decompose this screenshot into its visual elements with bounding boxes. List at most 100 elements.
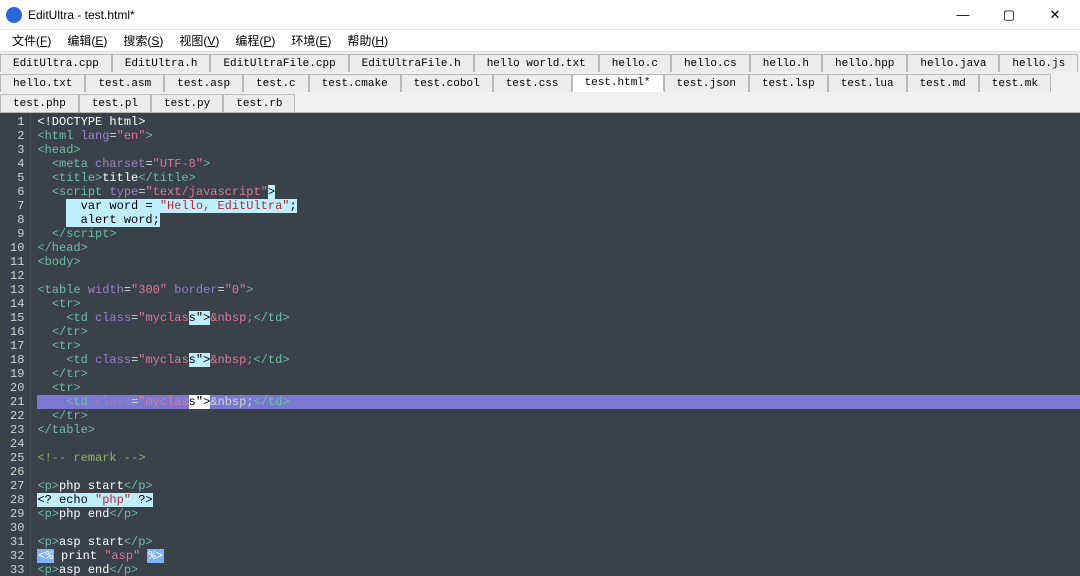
tab-test-cobol[interactable]: test.cobol <box>401 74 493 92</box>
code-line[interactable] <box>37 437 1080 451</box>
tab-hello-java[interactable]: hello.java <box>907 54 999 72</box>
code-line[interactable]: <head> <box>37 143 1080 157</box>
tab-test-html-[interactable]: test.html* <box>572 74 664 92</box>
line-number-gutter: 1234567891011121314151617181920212223242… <box>0 113 31 576</box>
menu-编程[interactable]: 编程(P) <box>227 30 283 51</box>
line-number: 8 <box>10 213 24 227</box>
line-number: 9 <box>10 227 24 241</box>
code-line[interactable]: </tr> <box>37 325 1080 339</box>
code-line[interactable]: var word = "Hello, EditUltra"; <box>37 199 1080 213</box>
code-line[interactable]: <title>title</title> <box>37 171 1080 185</box>
code-line[interactable]: <tr> <box>37 381 1080 395</box>
line-number: 2 <box>10 129 24 143</box>
menu-帮助[interactable]: 帮助(H) <box>339 30 396 51</box>
menu-搜索[interactable]: 搜索(S) <box>115 30 171 51</box>
tab-test-py[interactable]: test.py <box>151 94 223 112</box>
tab-hello-cs[interactable]: hello.cs <box>671 54 750 72</box>
line-number: 19 <box>10 367 24 381</box>
menubar: 文件(F)编辑(E)搜索(S)视图(V)编程(P)环境(E)帮助(H) <box>0 30 1080 52</box>
tab-test-c[interactable]: test.c <box>243 74 309 92</box>
code-line[interactable]: </head> <box>37 241 1080 255</box>
tab-test-lsp[interactable]: test.lsp <box>749 74 828 92</box>
tab-test-mk[interactable]: test.mk <box>979 74 1051 92</box>
line-number: 32 <box>10 549 24 563</box>
code-line[interactable]: <td class="myclass">&nbsp;</td> <box>37 395 1080 409</box>
line-number: 21 <box>10 395 24 409</box>
menu-编辑[interactable]: 编辑(E) <box>59 30 115 51</box>
window-title: EditUltra - test.html* <box>28 8 940 22</box>
code-line[interactable] <box>37 269 1080 283</box>
line-number: 20 <box>10 381 24 395</box>
code-content[interactable]: <!DOCTYPE html><html lang="en"><head> <m… <box>31 113 1080 576</box>
code-line[interactable]: <table width="300" border="0"> <box>37 283 1080 297</box>
line-number: 10 <box>10 241 24 255</box>
editor-area[interactable]: 1234567891011121314151617181920212223242… <box>0 113 1080 576</box>
line-number: 33 <box>10 563 24 576</box>
code-line[interactable]: <tr> <box>37 339 1080 353</box>
tab-EditUltraFile-h[interactable]: EditUltraFile.h <box>349 54 474 72</box>
tab-test-asp[interactable]: test.asp <box>164 74 243 92</box>
code-line[interactable]: <tr> <box>37 297 1080 311</box>
line-number: 24 <box>10 437 24 451</box>
line-number: 14 <box>10 297 24 311</box>
code-line[interactable]: <td class="myclass">&nbsp;</td> <box>37 311 1080 325</box>
code-line[interactable]: <td class="myclass">&nbsp;</td> <box>37 353 1080 367</box>
tab-EditUltra-h[interactable]: EditUltra.h <box>112 54 211 72</box>
tab-hello-h[interactable]: hello.h <box>750 54 822 72</box>
code-line[interactable]: <body> <box>37 255 1080 269</box>
line-number: 12 <box>10 269 24 283</box>
line-number: 31 <box>10 535 24 549</box>
tab-hello-c[interactable]: hello.c <box>599 54 671 72</box>
tab-hello-world-txt[interactable]: hello world.txt <box>474 54 599 72</box>
code-line[interactable]: <p>asp end</p> <box>37 563 1080 576</box>
code-line[interactable]: <!-- remark --> <box>37 451 1080 465</box>
code-line[interactable]: </script> <box>37 227 1080 241</box>
tab-test-json[interactable]: test.json <box>664 74 749 92</box>
tab-test-php[interactable]: test.php <box>0 94 79 112</box>
minimize-button[interactable]: — <box>940 0 986 30</box>
code-line[interactable]: </table> <box>37 423 1080 437</box>
line-number: 26 <box>10 465 24 479</box>
tab-hello-txt[interactable]: hello.txt <box>0 74 85 92</box>
code-line[interactable]: <script type="text/javascript"> <box>37 185 1080 199</box>
line-number: 16 <box>10 325 24 339</box>
menu-文件[interactable]: 文件(F) <box>4 30 59 51</box>
line-number: 18 <box>10 353 24 367</box>
line-number: 27 <box>10 479 24 493</box>
tab-EditUltra-cpp[interactable]: EditUltra.cpp <box>0 54 112 72</box>
code-line[interactable]: <? echo "php" ?> <box>37 493 1080 507</box>
code-line[interactable]: <!DOCTYPE html> <box>37 115 1080 129</box>
maximize-button[interactable]: ▢ <box>986 0 1032 30</box>
menu-环境[interactable]: 环境(E) <box>283 30 339 51</box>
close-button[interactable]: ✕ <box>1032 0 1078 30</box>
line-number: 25 <box>10 451 24 465</box>
titlebar[interactable]: EditUltra - test.html* — ▢ ✕ <box>0 0 1080 30</box>
code-line[interactable]: <% print "asp" %> <box>37 549 1080 563</box>
code-line[interactable]: <html lang="en"> <box>37 129 1080 143</box>
tab-test-rb[interactable]: test.rb <box>223 94 295 112</box>
code-line[interactable] <box>37 465 1080 479</box>
line-number: 15 <box>10 311 24 325</box>
code-line[interactable]: <p>php end</p> <box>37 507 1080 521</box>
menu-视图[interactable]: 视图(V) <box>171 30 227 51</box>
code-line[interactable]: <p>php start</p> <box>37 479 1080 493</box>
tab-test-lua[interactable]: test.lua <box>828 74 907 92</box>
tab-hello-hpp[interactable]: hello.hpp <box>822 54 907 72</box>
tab-test-cmake[interactable]: test.cmake <box>309 74 401 92</box>
app-icon <box>6 7 22 23</box>
code-line[interactable]: </tr> <box>37 367 1080 381</box>
tab-EditUltraFile-cpp[interactable]: EditUltraFile.cpp <box>210 54 348 72</box>
line-number: 30 <box>10 521 24 535</box>
code-line[interactable]: <p>asp start</p> <box>37 535 1080 549</box>
line-number: 3 <box>10 143 24 157</box>
tab-test-md[interactable]: test.md <box>907 74 979 92</box>
tab-test-pl[interactable]: test.pl <box>79 94 151 112</box>
tab-hello-js[interactable]: hello.js <box>999 54 1078 72</box>
tab-test-css[interactable]: test.css <box>493 74 572 92</box>
code-line[interactable]: <meta charset="UTF-8"> <box>37 157 1080 171</box>
tab-test-asm[interactable]: test.asm <box>85 74 164 92</box>
code-line[interactable] <box>37 521 1080 535</box>
line-number: 4 <box>10 157 24 171</box>
code-line[interactable]: </tr> <box>37 409 1080 423</box>
code-line[interactable]: alert word; <box>37 213 1080 227</box>
